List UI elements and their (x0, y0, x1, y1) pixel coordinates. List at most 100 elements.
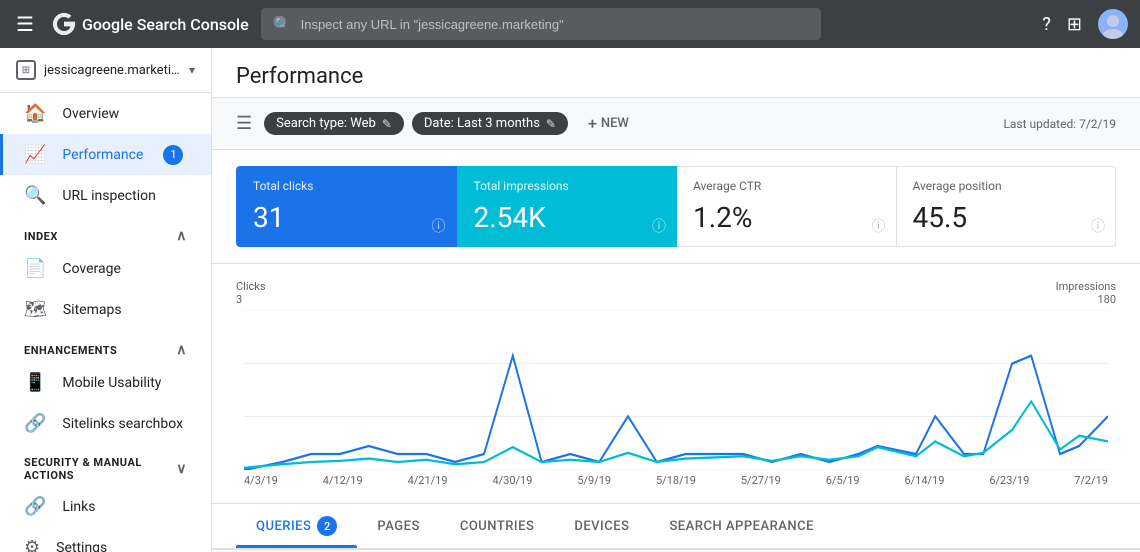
page-header: Performance (212, 48, 1140, 98)
chart-area: Clicks 3 Impressions 180 (212, 264, 1140, 504)
tab-pages-label: PAGES (377, 519, 419, 534)
sidebar-item-mobile-label: Mobile Usability (62, 375, 161, 391)
metric-average-position[interactable]: Average position 45.5 ⓘ (897, 166, 1117, 247)
tab-pages[interactable]: PAGES (357, 507, 439, 546)
enhancements-section-header: Enhancements ∧ (0, 330, 211, 362)
sidebar-item-overview[interactable]: 🏠 Overview (0, 93, 211, 134)
date-edit-icon: ✎ (546, 117, 556, 131)
metric-ctr-label: Average CTR (693, 179, 880, 193)
filter-icon[interactable]: ☰ (236, 113, 252, 134)
tab-search-appearance-label: SEARCH APPEARANCE (669, 519, 814, 534)
search-type-edit-icon: ✎ (382, 117, 392, 131)
search-bar[interactable]: 🔍 (261, 8, 821, 40)
metric-average-ctr[interactable]: Average CTR 1.2% ⓘ (677, 166, 897, 247)
metric-position-help-icon[interactable]: ⓘ (1091, 216, 1105, 236)
sidebar-item-sitemaps[interactable]: 🗺 Sitemaps (0, 289, 211, 330)
sidebar-item-coverage[interactable]: 📄 Coverage (0, 248, 211, 289)
google-logo-icon (50, 10, 78, 38)
tab-countries-label: COUNTRIES (460, 519, 535, 534)
last-updated: Last updated: 7/2/19 (1003, 117, 1116, 131)
tab-queries-badge: 2 (317, 516, 337, 536)
security-section-label: Security & Manual Actions (24, 456, 176, 482)
security-collapse-icon[interactable]: ∨ (176, 461, 187, 477)
sidebar-item-mobile-usability[interactable]: 📱 Mobile Usability (0, 362, 211, 403)
x-label-10: 7/2/19 (1074, 474, 1108, 487)
home-icon: 🏠 (24, 103, 46, 124)
metric-impressions-value: 2.54K (474, 201, 661, 234)
sidebar-item-sitelinks-label: Sitelinks searchbox (62, 416, 183, 432)
coverage-icon: 📄 (24, 258, 46, 279)
tab-queries-label: QUERIES (256, 519, 311, 534)
tab-search-appearance[interactable]: SEARCH APPEARANCE (649, 507, 834, 546)
links-icon: 🔗 (24, 496, 46, 517)
metric-clicks-help-icon[interactable]: ⓘ (432, 216, 446, 236)
date-chip[interactable]: Date: Last 3 months ✎ (412, 112, 568, 135)
chart-y-left-label: Clicks (236, 280, 266, 293)
sidebar-item-overview-label: Overview (62, 106, 119, 122)
new-label: NEW (601, 116, 629, 131)
metric-clicks-value: 31 (253, 201, 440, 234)
sidebar-item-links[interactable]: 🔗 Links (0, 486, 211, 527)
sidebar-item-sitelinks-searchbox[interactable]: 🔗 Sitelinks searchbox (0, 403, 211, 444)
tab-devices-label: DEVICES (574, 519, 629, 534)
index-collapse-icon[interactable]: ∧ (176, 228, 187, 244)
search-type-chip[interactable]: Search type: Web ✎ (264, 112, 404, 135)
sidebar-item-sitemaps-label: Sitemaps (63, 302, 122, 318)
help-icon[interactable]: ? (1042, 14, 1051, 35)
sidebar-item-links-label: Links (62, 499, 95, 515)
x-label-9: 6/23/19 (989, 474, 1029, 487)
x-label-8: 6/14/19 (904, 474, 944, 487)
new-filter-button[interactable]: + NEW (576, 110, 641, 137)
search-input[interactable] (301, 17, 809, 32)
main-content: Performance ☰ Search type: Web ✎ Date: L… (212, 48, 1140, 552)
main-layout: ⊞ jessicagreene.marketing ▾ 🏠 Overview 📈… (0, 48, 1140, 552)
metric-impressions-help-icon[interactable]: ⓘ (652, 216, 666, 236)
search-icon: 🔍 (273, 15, 293, 34)
search-type-label: Search type: Web (276, 116, 376, 131)
tab-countries[interactable]: COUNTRIES (440, 507, 555, 546)
date-label: Date: Last 3 months (424, 116, 540, 131)
tabs-area: QUERIES 2 PAGES COUNTRIES DEVICES SEARCH… (212, 504, 1140, 549)
security-section-header: Security & Manual Actions ∨ (0, 444, 211, 486)
sidebar: ⊞ jessicagreene.marketing ▾ 🏠 Overview 📈… (0, 48, 212, 552)
enhancements-section-label: Enhancements (24, 344, 117, 357)
sidebar-item-url-inspection[interactable]: 🔍 URL inspection (0, 175, 211, 216)
index-section-header: Index ∧ (0, 216, 211, 248)
performance-badge: 1 (163, 145, 183, 165)
sitemaps-icon: 🗺 (24, 299, 47, 320)
new-plus-icon: + (588, 114, 597, 133)
sidebar-item-settings[interactable]: ⚙ Settings (0, 527, 211, 552)
sidebar-item-performance[interactable]: 📈 Performance 1 (0, 134, 211, 175)
sidebar-item-url-inspection-label: URL inspection (62, 188, 155, 204)
property-selector[interactable]: ⊞ jessicagreene.marketing ▾ (0, 48, 211, 93)
apps-icon[interactable]: ⊞ (1067, 14, 1082, 35)
sitelinks-icon: 🔗 (24, 413, 46, 434)
app-title: Google Search Console (82, 15, 249, 34)
x-label-6: 5/27/19 (741, 474, 781, 487)
x-label-3: 4/30/19 (492, 474, 532, 487)
tab-devices[interactable]: DEVICES (554, 507, 649, 546)
metric-ctr-help-icon[interactable]: ⓘ (872, 216, 886, 236)
top-navigation: ☰ Google Search Console 🔍 ? ⊞ (0, 0, 1140, 48)
property-icon: ⊞ (16, 60, 36, 80)
chart-svg (244, 310, 1108, 470)
x-label-0: 4/3/19 (244, 474, 278, 487)
property-arrow-icon: ▾ (189, 63, 195, 77)
x-label-5: 5/18/19 (656, 474, 696, 487)
x-label-4: 5/9/19 (577, 474, 611, 487)
logo: Google Search Console (50, 10, 249, 38)
enhancements-collapse-icon[interactable]: ∧ (176, 342, 187, 358)
user-avatar[interactable] (1098, 9, 1128, 39)
metrics-row: Total clicks 31 ⓘ Total impressions 2.54… (212, 150, 1140, 264)
menu-icon[interactable]: ☰ (12, 8, 38, 40)
line-chart (244, 310, 1108, 470)
x-label-2: 4/21/19 (408, 474, 448, 487)
tab-queries[interactable]: QUERIES 2 (236, 504, 357, 548)
chart-y-right-label: Impressions (1056, 280, 1116, 293)
metric-total-clicks[interactable]: Total clicks 31 ⓘ (236, 166, 457, 247)
page-title: Performance (236, 64, 1116, 89)
sidebar-item-performance-label: Performance (62, 147, 143, 163)
metric-clicks-label: Total clicks (253, 179, 440, 193)
metric-total-impressions[interactable]: Total impressions 2.54K ⓘ (457, 166, 678, 247)
settings-icon: ⚙ (24, 537, 40, 552)
